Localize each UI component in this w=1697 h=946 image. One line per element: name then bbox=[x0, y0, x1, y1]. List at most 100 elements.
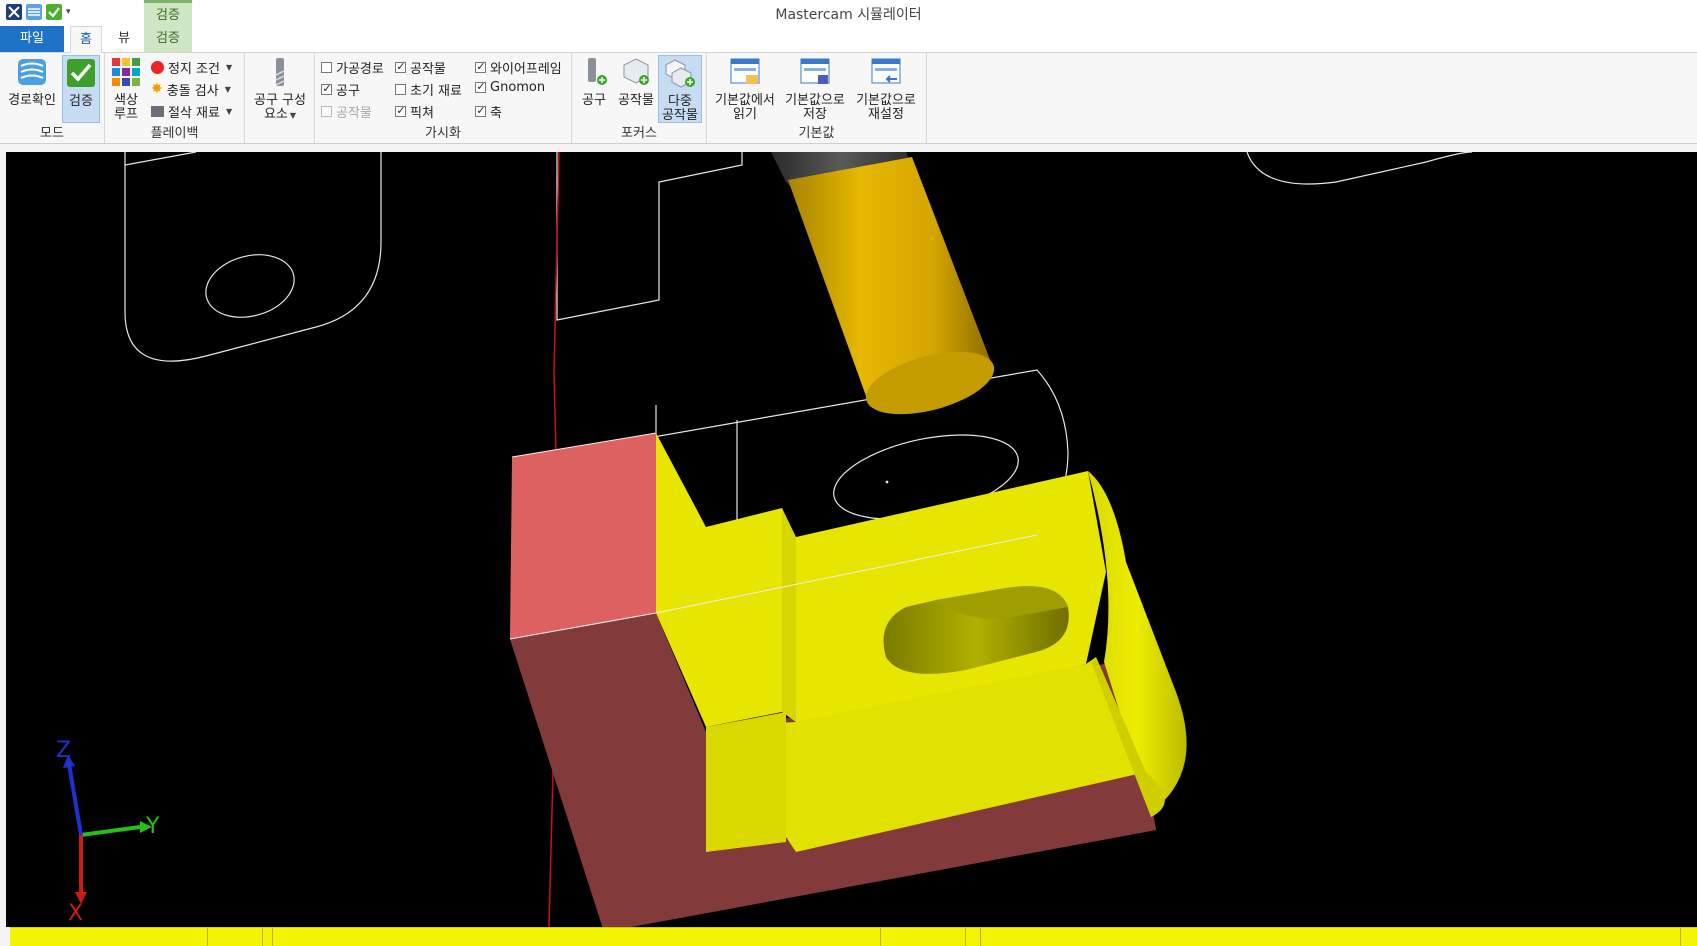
workpiece-label: 공작물 bbox=[410, 62, 446, 77]
group-mode: 경로확인 검증 모드 bbox=[0, 53, 105, 143]
progress-divider bbox=[272, 928, 273, 946]
wireframe-toggle[interactable]: 와이어프레임 bbox=[475, 58, 562, 77]
gnomon-checkbox[interactable] bbox=[475, 82, 486, 93]
group-playback: 색상 루프 정지 조건 ▼ ✸ 충돌 검사 ▼ 절삭 재료 ▼ 플레이백 bbox=[105, 53, 245, 143]
tab-verify[interactable]: 검증 bbox=[144, 26, 192, 52]
gnomon-y-label: Y bbox=[145, 814, 160, 839]
chevron-down-icon: ▼ bbox=[225, 63, 233, 72]
stock-top-face bbox=[510, 433, 656, 639]
focus-multi-label-2: 공작물 bbox=[662, 108, 698, 123]
axis-label: 축 bbox=[490, 106, 502, 121]
tool-checkbox[interactable] bbox=[321, 84, 332, 95]
gnomon-toggle[interactable]: Gnomon bbox=[475, 80, 545, 95]
initial-stock-checkbox[interactable] bbox=[395, 84, 406, 95]
focus-tool-button[interactable]: 공구 bbox=[576, 55, 612, 108]
focus-tool-label: 공구 bbox=[582, 93, 606, 108]
verify-checkmark-icon bbox=[67, 59, 95, 87]
tab-row: 파일 홈 뷰 검증 bbox=[0, 26, 1697, 53]
progress-divider bbox=[207, 928, 208, 946]
multi-workpiece-icon bbox=[665, 59, 695, 88]
focus-multi-label-1: 다중 bbox=[668, 94, 692, 109]
endmill-icon bbox=[275, 58, 285, 86]
wireframe-part-right bbox=[1246, 152, 1473, 185]
axis-checkbox[interactable] bbox=[475, 106, 486, 117]
ribbon: 경로확인 검증 모드 색상 루프 정지 조건 ▼ ✸ 충돌 검사 ▼ 절삭 재료… bbox=[0, 53, 1697, 144]
tab-view[interactable]: 뷰 bbox=[108, 26, 140, 52]
stop-condition-dropdown[interactable]: 정지 조건 ▼ bbox=[151, 58, 232, 77]
title-bar: ▾ Mastercam 시뮬레이터 bbox=[0, 0, 1697, 26]
toolpath-checkbox[interactable] bbox=[321, 62, 332, 73]
part-step-face bbox=[706, 508, 782, 727]
workpiece-focus-icon bbox=[623, 58, 649, 85]
group-mode-label: 모드 bbox=[40, 126, 64, 141]
workpiece-toggle[interactable]: 공작물 bbox=[395, 58, 446, 77]
progress-divider bbox=[880, 928, 881, 946]
gnomon-z-label: Z bbox=[56, 738, 71, 763]
cut-stock-label: 절삭 재료 bbox=[168, 106, 220, 121]
save-defaults-button[interactable]: 기본값으로 저장 bbox=[781, 55, 849, 122]
toolpath-toggle[interactable]: 가공경로 bbox=[321, 58, 384, 77]
tool-label: 공구 bbox=[336, 84, 360, 99]
color-loop-label-1: 색상 bbox=[114, 93, 138, 108]
focus-workpiece-label: 공작물 bbox=[618, 93, 654, 108]
save-defaults-icon bbox=[800, 58, 830, 84]
progress-divider bbox=[980, 928, 981, 946]
cut-stock-dropdown[interactable]: 절삭 재료 ▼ bbox=[151, 102, 232, 121]
focus-multi-workpiece-button[interactable]: 다중 공작물 bbox=[658, 55, 702, 123]
group-visibility-label: 가시화 bbox=[425, 126, 461, 141]
fixture-toggle[interactable]: 픽쳐 bbox=[395, 102, 434, 121]
chevron-down-icon: ▼ bbox=[224, 85, 231, 94]
tab-home[interactable]: 홈 bbox=[70, 26, 102, 53]
toolpath-label: 가공경로 bbox=[336, 62, 384, 77]
color-loop-label-2: 루프 bbox=[114, 107, 138, 122]
gnomon-label: Gnomon bbox=[490, 80, 546, 95]
stop-icon bbox=[151, 61, 164, 74]
load-defaults-label-1: 기본값에서 bbox=[715, 93, 775, 108]
color-loop-button[interactable]: 색상 루프 bbox=[111, 55, 141, 122]
focus-workpiece-button[interactable]: 공작물 bbox=[616, 55, 656, 108]
wireframe-part-center bbox=[556, 152, 743, 321]
part-lower-step bbox=[706, 712, 786, 852]
group-focus: 공구 공작물 다중 공작물 포커스 bbox=[572, 53, 707, 143]
backplot-button[interactable]: 경로확인 bbox=[6, 55, 58, 108]
workpiece-checkbox[interactable] bbox=[395, 62, 406, 73]
group-focus-label: 포커스 bbox=[621, 126, 657, 141]
color-grid-icon bbox=[112, 58, 140, 86]
workpiece2-toggle: 공작물 bbox=[321, 102, 372, 121]
reset-defaults-button[interactable]: 기본값으로 재설정 bbox=[851, 55, 921, 122]
verify-label: 검증 bbox=[69, 94, 93, 109]
wireframe-label: 와이어프레임 bbox=[490, 62, 562, 77]
simulation-scene: Z Y X bbox=[56, 152, 1473, 927]
tool-focus-icon bbox=[588, 58, 607, 85]
progress-divider bbox=[262, 928, 263, 946]
wireframe-checkbox[interactable] bbox=[475, 62, 486, 73]
workpiece2-checkbox bbox=[321, 106, 332, 117]
verify-button[interactable]: 검증 bbox=[62, 55, 100, 123]
part-step-side bbox=[782, 508, 796, 722]
tool-components-label-1: 공구 구성 bbox=[254, 93, 306, 108]
playback-progress-bar[interactable] bbox=[10, 927, 1697, 946]
cutting-tool bbox=[771, 152, 995, 415]
collision-check-dropdown[interactable]: ✸ 충돌 검사 ▼ bbox=[151, 80, 231, 99]
fixture-label: 픽쳐 bbox=[410, 106, 434, 121]
fixture-checkbox[interactable] bbox=[395, 106, 406, 117]
tool-components-label-2: 요소 ▼ bbox=[263, 107, 297, 122]
axis-toggle[interactable]: 축 bbox=[475, 102, 502, 121]
initial-stock-toggle[interactable]: 초기 재료 bbox=[395, 80, 462, 99]
chevron-down-icon: ▼ bbox=[225, 107, 233, 116]
save-defaults-label-1: 기본값으로 bbox=[785, 93, 845, 108]
wireframe-part-left bbox=[124, 152, 382, 362]
chevron-down-icon: ▼ bbox=[289, 111, 297, 120]
group-tool-components: 공구 구성 요소 ▼ bbox=[245, 53, 315, 143]
collision-check-label: 충돌 검사 bbox=[166, 84, 219, 99]
reset-defaults-label-1: 기본값으로 bbox=[856, 93, 916, 108]
app-title: Mastercam 시뮬레이터 bbox=[775, 7, 922, 23]
tool-components-button[interactable]: 공구 구성 요소 ▼ bbox=[247, 55, 313, 123]
simulation-viewport[interactable]: Z Y X bbox=[6, 152, 1697, 927]
tool-toggle[interactable]: 공구 bbox=[321, 80, 360, 99]
initial-stock-label: 초기 재료 bbox=[410, 84, 462, 99]
tab-file[interactable]: 파일 bbox=[0, 26, 64, 52]
load-defaults-button[interactable]: 기본값에서 읽기 bbox=[711, 55, 779, 122]
load-defaults-label-2: 읽기 bbox=[733, 107, 757, 122]
load-defaults-icon bbox=[730, 58, 760, 84]
